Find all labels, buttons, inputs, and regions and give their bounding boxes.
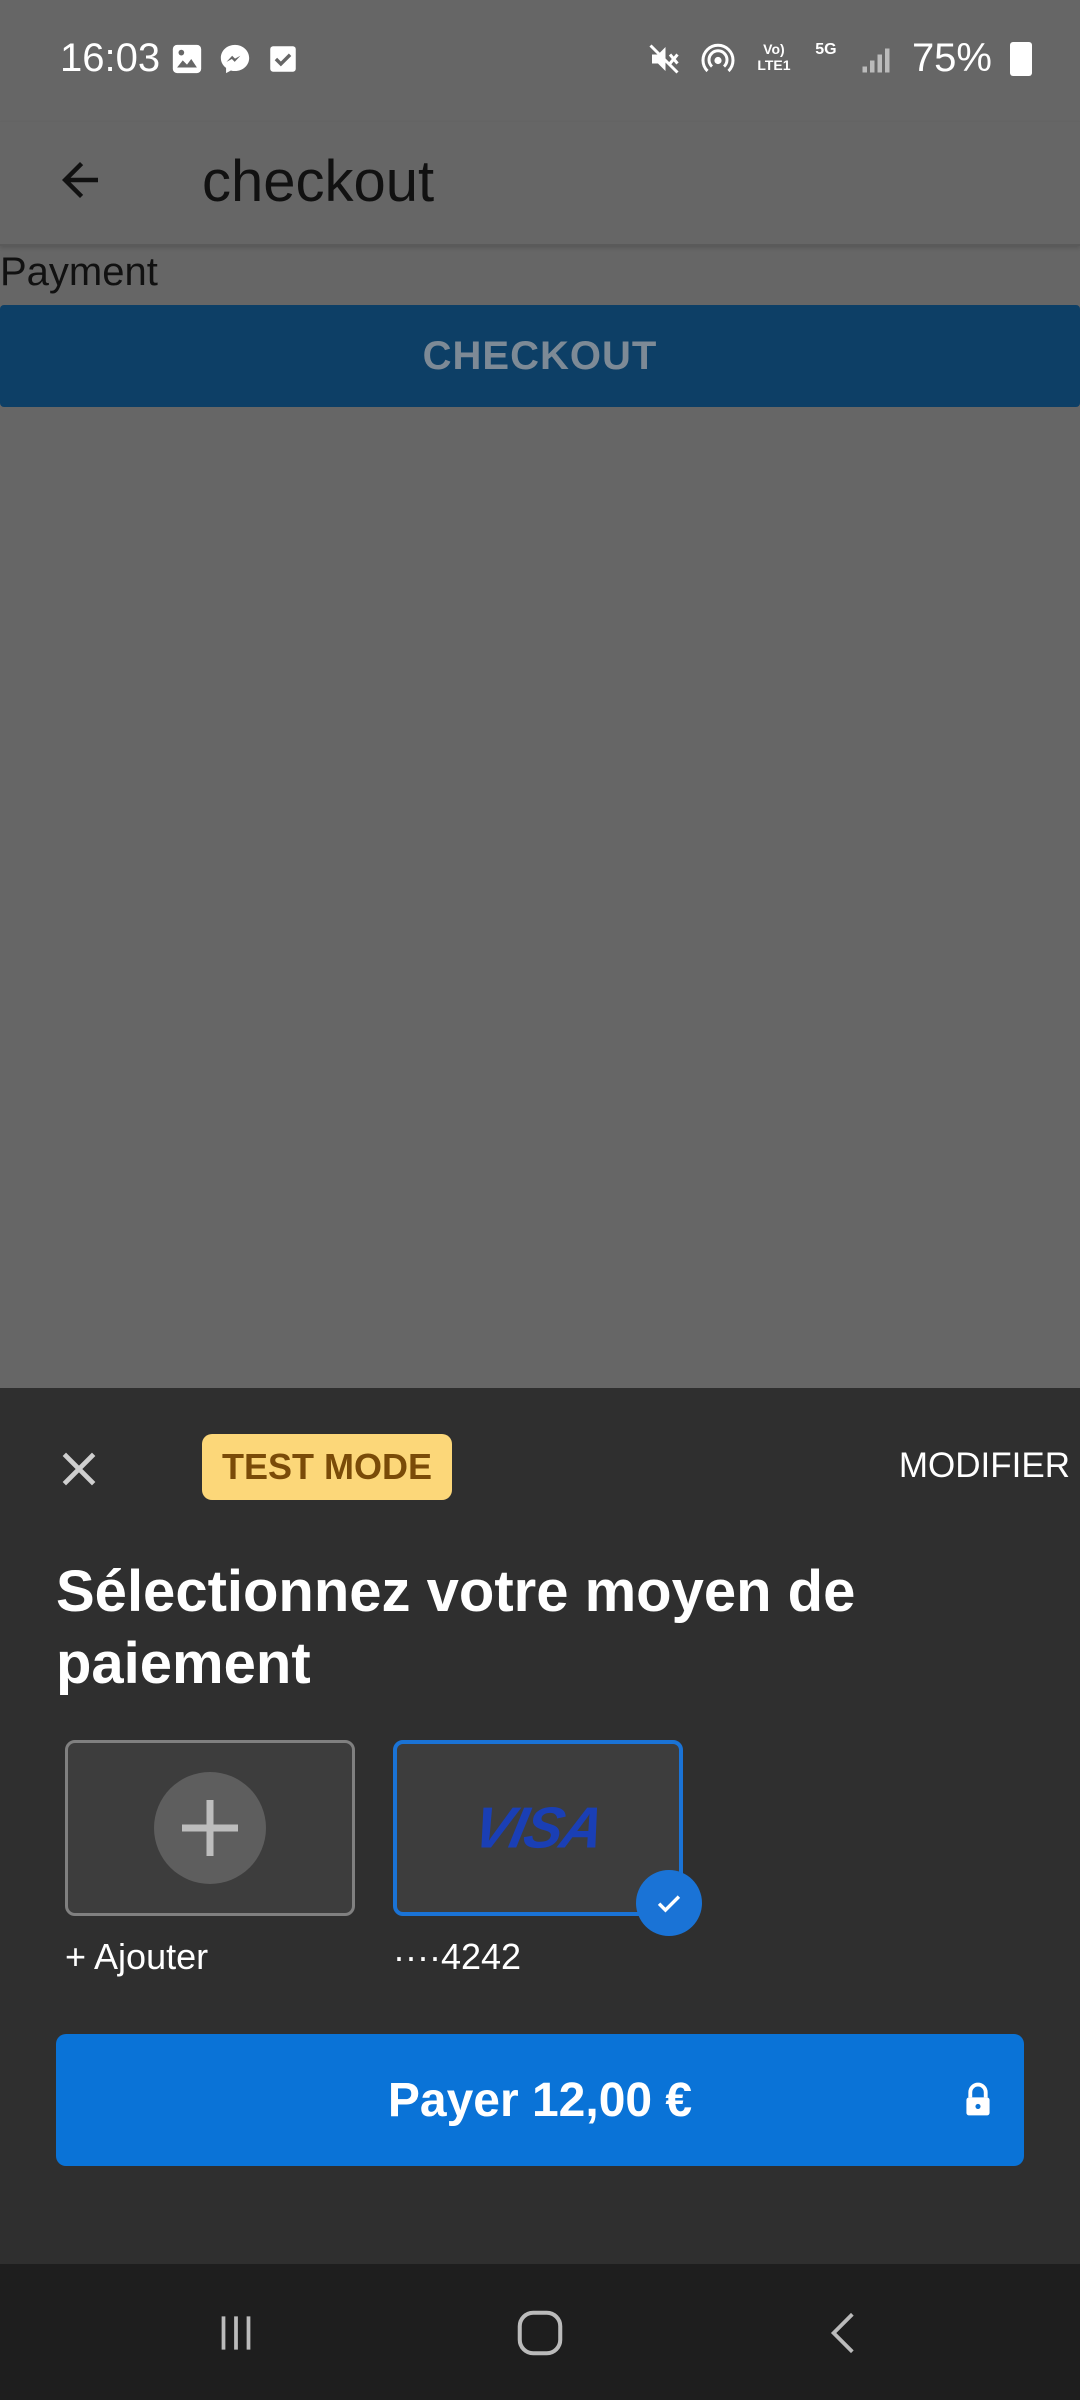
- payment-label: Payment: [0, 250, 158, 294]
- add-payment-label: + Ajouter: [65, 1936, 209, 1977]
- payment-sheet: TEST MODE MODIFIER Sélectionnez votre mo…: [0, 1388, 1080, 2264]
- checkout-button[interactable]: CHECKOUT: [0, 305, 1080, 407]
- home-icon: [517, 2310, 563, 2356]
- recent-apps-button[interactable]: [196, 2298, 276, 2368]
- plus-circle: [154, 1772, 266, 1884]
- system-back-button[interactable]: [804, 2298, 884, 2368]
- visa-logo: VISA: [467, 1795, 609, 1861]
- pay-button-label: Payer 12,00 €: [387, 2073, 693, 2127]
- check-icon: [657, 1895, 681, 1913]
- mute-icon: [646, 41, 682, 77]
- modify-button[interactable]: MODIFIER: [899, 1446, 1070, 1486]
- recent-apps-icon: [221, 2316, 251, 2350]
- status-time: 16:03: [60, 36, 161, 80]
- close-button[interactable]: [48, 1438, 110, 1500]
- back-button[interactable]: [40, 140, 120, 220]
- page-title: checkout: [202, 149, 435, 214]
- volte-icon: Vo) LTE1: [757, 40, 791, 73]
- messenger-icon: [218, 42, 252, 76]
- pay-button[interactable]: Payer 12,00 €: [56, 2034, 1024, 2166]
- status-bar: 16:03 Vo) LTE1 5G 75%: [0, 0, 1080, 122]
- system-nav-bar: [0, 2264, 1080, 2400]
- test-mode-badge: TEST MODE: [202, 1434, 453, 1500]
- battery-icon: [1010, 41, 1032, 76]
- add-payment-method-card[interactable]: [65, 1740, 355, 1916]
- task-check-icon: [266, 42, 300, 76]
- gallery-icon: [170, 42, 204, 76]
- signal-icon: [858, 41, 894, 77]
- hotspot-icon: [700, 41, 736, 77]
- close-icon: [62, 1452, 96, 1486]
- battery-percent: 75%: [911, 36, 992, 80]
- system-status-icons: Vo) LTE1 5G 75%: [646, 36, 1032, 81]
- selected-check-badge: [636, 1870, 702, 1936]
- lock-icon: [966, 2082, 990, 2116]
- plus-icon: [182, 1800, 238, 1856]
- arrow-back-icon: [62, 162, 98, 198]
- home-button[interactable]: [500, 2298, 580, 2368]
- sheet-title: Sélectionnez votre moyen de paiement: [56, 1559, 856, 1696]
- 5g-icon: 5G: [815, 40, 837, 58]
- app-bar: checkout: [0, 122, 1080, 246]
- back-icon: [830, 2312, 854, 2354]
- card-last4-label: ····4242: [393, 1936, 522, 1977]
- notification-icons: [170, 42, 300, 76]
